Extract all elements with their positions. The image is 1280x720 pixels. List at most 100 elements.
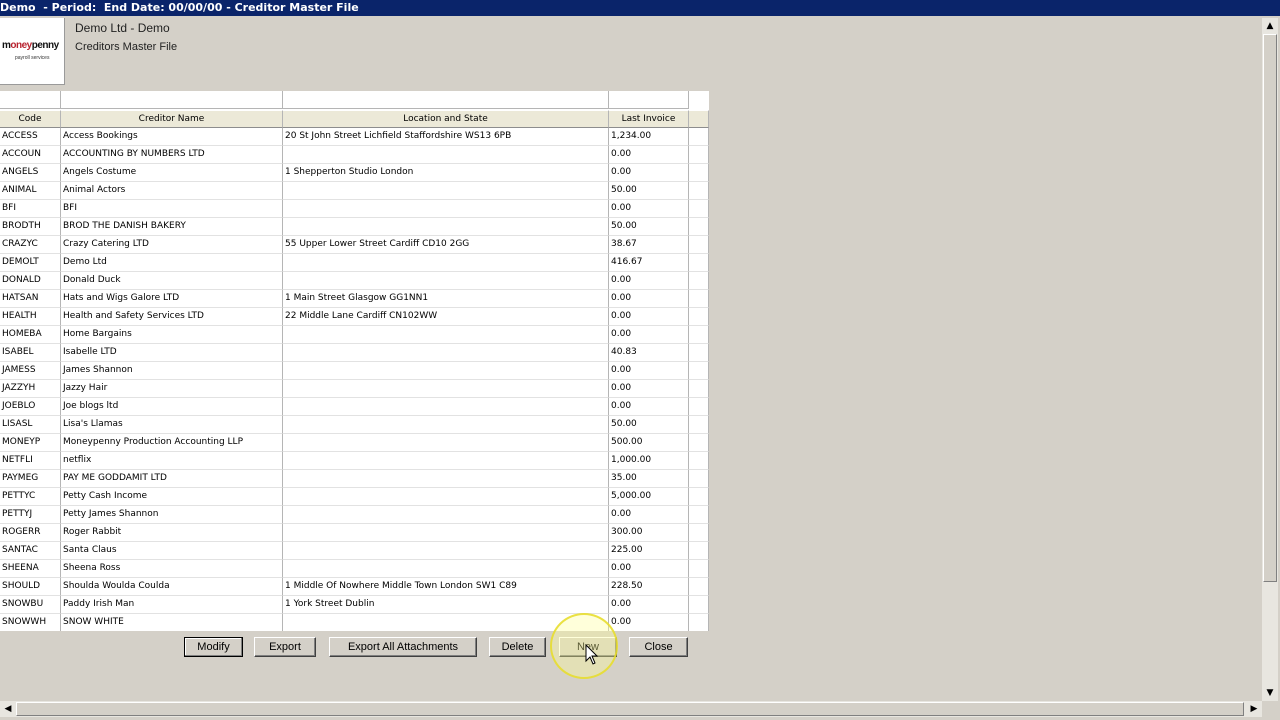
row-last-invoice-cell[interactable]: 228.50 (609, 578, 689, 596)
row-location-cell[interactable] (283, 470, 609, 488)
row-creditor-name-cell[interactable]: Sheena Ross (61, 560, 283, 578)
row-code-cell[interactable]: JAMESS (0, 362, 61, 380)
creditors-grid[interactable]: Code Creditor Name Location and State La… (0, 91, 709, 631)
row-creditor-name-cell[interactable]: Donald Duck (61, 272, 283, 290)
column-header-location[interactable]: Location and State (283, 110, 609, 128)
row-location-cell[interactable]: 22 Middle Lane Cardiff CN102WW (283, 308, 609, 326)
row-location-cell[interactable] (283, 452, 609, 470)
table-row[interactable]: SANTAC Santa Claus 225.00 (0, 542, 709, 560)
row-location-cell[interactable] (283, 506, 609, 524)
modify-button[interactable]: Modify (184, 637, 243, 657)
table-row[interactable]: HEALTH Health and Safety Services LTD 22 M… (0, 308, 709, 326)
row-creditor-name-cell[interactable]: netflix (61, 452, 283, 470)
row-creditor-name-cell[interactable]: Lisa's Llamas (61, 416, 283, 434)
row-creditor-name-cell[interactable]: SNOW WHITE (61, 614, 283, 631)
table-row[interactable]: BFI BFI 0.00 (0, 200, 709, 218)
row-last-invoice-cell[interactable]: 40.83 (609, 344, 689, 362)
row-last-invoice-cell[interactable]: 35.00 (609, 470, 689, 488)
row-last-invoice-cell[interactable]: 0.00 (609, 290, 689, 308)
row-code-cell[interactable]: SANTAC (0, 542, 61, 560)
table-row[interactable]: DONALD Donald Duck 0.00 (0, 272, 709, 290)
row-last-invoice-cell[interactable]: 5,000.00 (609, 488, 689, 506)
row-creditor-name-cell[interactable]: Petty James Shannon (61, 506, 283, 524)
row-last-invoice-cell[interactable]: 0.00 (609, 380, 689, 398)
row-last-invoice-cell[interactable]: 300.00 (609, 524, 689, 542)
table-row[interactable]: ANIMAL Animal Actors 50.00 (0, 182, 709, 200)
table-row[interactable]: BRODTH BROD THE DANISH BAKERY 50.00 (0, 218, 709, 236)
row-location-cell[interactable] (283, 488, 609, 506)
close-button[interactable]: Close (629, 637, 688, 657)
row-creditor-name-cell[interactable]: PAY ME GODDAMIT LTD (61, 470, 283, 488)
row-last-invoice-cell[interactable]: 0.00 (609, 308, 689, 326)
row-location-cell[interactable] (283, 560, 609, 578)
table-row[interactable]: PAYMEG PAY ME GODDAMIT LTD 35.00 (0, 470, 709, 488)
table-row[interactable]: ANGELS Angels Costume 1 Shepperton Studio … (0, 164, 709, 182)
new-button[interactable]: New (559, 637, 617, 657)
row-creditor-name-cell[interactable]: Health and Safety Services LTD (61, 308, 283, 326)
vertical-scrollbar[interactable]: ▲ ▼ (1262, 18, 1278, 701)
row-location-cell[interactable] (283, 272, 609, 290)
row-creditor-name-cell[interactable]: BROD THE DANISH BAKERY (61, 218, 283, 236)
row-location-cell[interactable] (283, 380, 609, 398)
filter-location[interactable] (283, 91, 609, 109)
row-location-cell[interactable] (283, 200, 609, 218)
table-row[interactable]: PETTYC Petty Cash Income 5,000.00 (0, 488, 709, 506)
row-location-cell[interactable] (283, 542, 609, 560)
scroll-left-icon[interactable]: ◀ (0, 701, 16, 717)
row-creditor-name-cell[interactable]: Demo Ltd (61, 254, 283, 272)
row-location-cell[interactable] (283, 614, 609, 631)
row-code-cell[interactable]: DONALD (0, 272, 61, 290)
row-location-cell[interactable] (283, 524, 609, 542)
table-row[interactable]: ACCOUN ACCOUNTING BY NUMBERS LTD 0.00 (0, 146, 709, 164)
scroll-up-icon[interactable]: ▲ (1262, 18, 1278, 34)
row-code-cell[interactable]: ACCOUN (0, 146, 61, 164)
row-code-cell[interactable]: ISABEL (0, 344, 61, 362)
table-row[interactable]: JAZZYH Jazzy Hair 0.00 (0, 380, 709, 398)
row-code-cell[interactable]: PETTYC (0, 488, 61, 506)
row-creditor-name-cell[interactable]: Home Bargains (61, 326, 283, 344)
row-creditor-name-cell[interactable]: Joe blogs ltd (61, 398, 283, 416)
row-last-invoice-cell[interactable]: 0.00 (609, 146, 689, 164)
row-last-invoice-cell[interactable]: 0.00 (609, 164, 689, 182)
row-location-cell[interactable]: 1 York Street Dublin (283, 596, 609, 614)
filter-code[interactable] (0, 91, 61, 109)
column-header-creditor-name[interactable]: Creditor Name (61, 110, 283, 128)
table-row[interactable]: JAMESS James Shannon 0.00 (0, 362, 709, 380)
vertical-scroll-thumb[interactable] (1263, 34, 1277, 582)
row-creditor-name-cell[interactable]: Angels Costume (61, 164, 283, 182)
table-row[interactable]: SNOWBU Paddy Irish Man 1 York Street Dubli… (0, 596, 709, 614)
row-code-cell[interactable]: ANGELS (0, 164, 61, 182)
row-location-cell[interactable]: 55 Upper Lower Street Cardiff CD10 2GG (283, 236, 609, 254)
row-location-cell[interactable] (283, 344, 609, 362)
row-location-cell[interactable] (283, 362, 609, 380)
export-button[interactable]: Export (254, 637, 316, 657)
row-code-cell[interactable]: ANIMAL (0, 182, 61, 200)
row-code-cell[interactable]: SNOWBU (0, 596, 61, 614)
row-last-invoice-cell[interactable]: 225.00 (609, 542, 689, 560)
row-last-invoice-cell[interactable]: 50.00 (609, 416, 689, 434)
row-location-cell[interactable]: 1 Middle Of Nowhere Middle Town London S… (283, 578, 609, 596)
row-creditor-name-cell[interactable]: Shoulda Woulda Coulda (61, 578, 283, 596)
row-location-cell[interactable] (283, 434, 609, 452)
row-code-cell[interactable]: ACCESS (0, 128, 61, 146)
row-code-cell[interactable]: ROGERR (0, 524, 61, 542)
row-code-cell[interactable]: HOMEBA (0, 326, 61, 344)
row-code-cell[interactable]: MONEYP (0, 434, 61, 452)
filter-last-invoice[interactable] (609, 91, 689, 109)
row-creditor-name-cell[interactable]: James Shannon (61, 362, 283, 380)
row-creditor-name-cell[interactable]: BFI (61, 200, 283, 218)
table-row[interactable]: SHEENA Sheena Ross 0.00 (0, 560, 709, 578)
row-location-cell[interactable] (283, 398, 609, 416)
horizontal-scroll-thumb[interactable] (16, 702, 1244, 716)
delete-button[interactable]: Delete (489, 637, 546, 657)
row-last-invoice-cell[interactable]: 416.67 (609, 254, 689, 272)
row-location-cell[interactable] (283, 146, 609, 164)
column-header-last-invoice[interactable]: Last Invoice (609, 110, 689, 128)
row-creditor-name-cell[interactable]: Jazzy Hair (61, 380, 283, 398)
row-code-cell[interactable]: NETFLI (0, 452, 61, 470)
row-creditor-name-cell[interactable]: Paddy Irish Man (61, 596, 283, 614)
row-code-cell[interactable]: SHEENA (0, 560, 61, 578)
table-row[interactable]: ROGERR Roger Rabbit 300.00 (0, 524, 709, 542)
table-row[interactable]: LISASL Lisa's Llamas 50.00 (0, 416, 709, 434)
table-row[interactable]: MONEYP Moneypenny Production Accounting L… (0, 434, 709, 452)
